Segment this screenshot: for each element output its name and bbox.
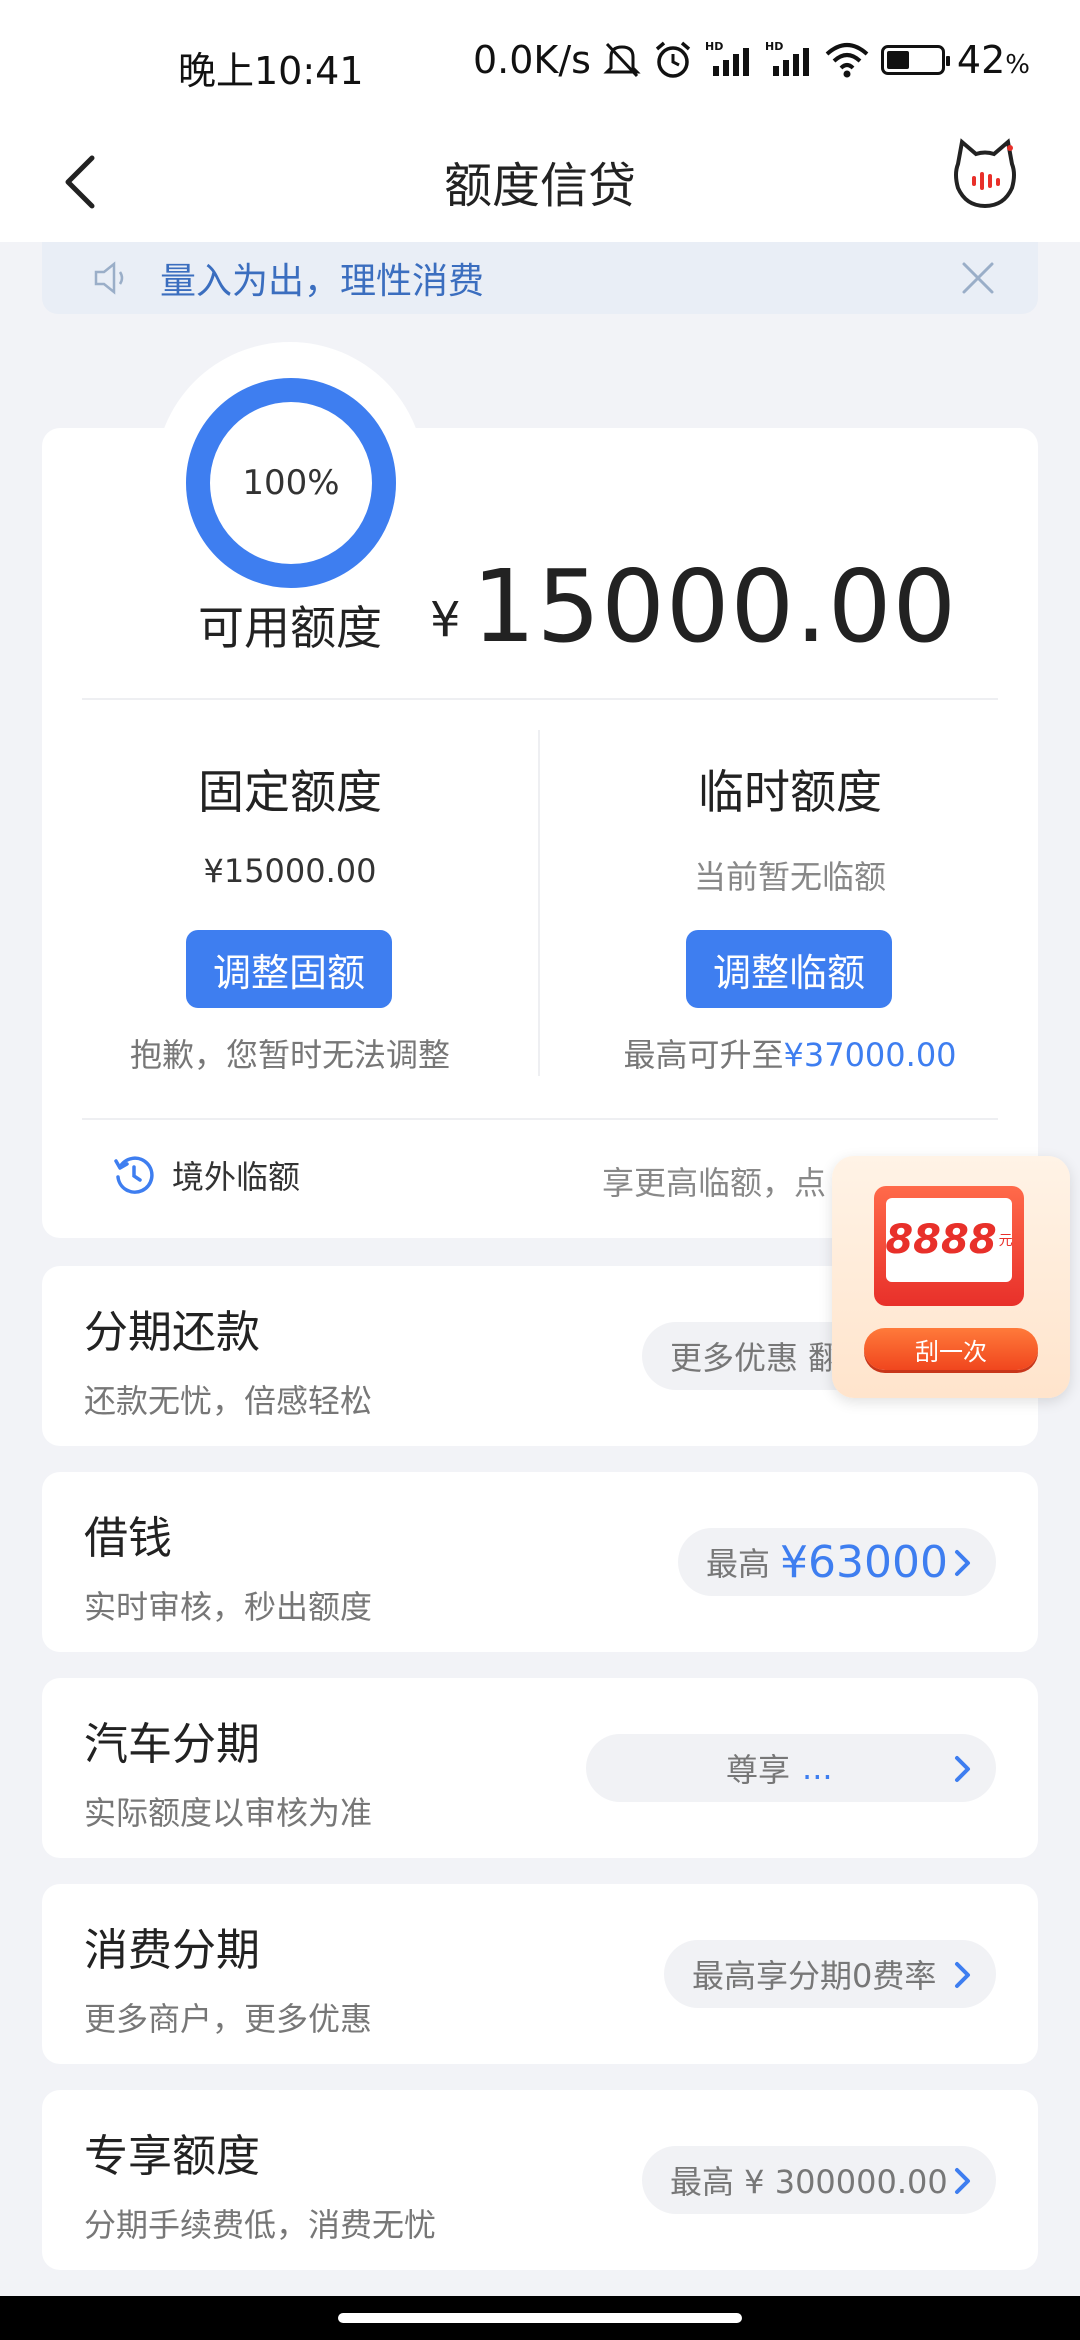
signal-hd-icon: HD: [705, 40, 753, 80]
cat-assistant-icon: [954, 138, 1016, 209]
divider: [538, 730, 540, 1076]
notice-banner: 量入为出，理性消费: [42, 242, 1038, 314]
currency-symbol: ¥: [430, 592, 461, 648]
overseas-credit-label: 境外临额: [172, 1158, 301, 1196]
fixed-credit-note: 抱歉，您暂时无法调整: [129, 1036, 450, 1074]
close-icon[interactable]: [956, 256, 1000, 300]
ad-amount: 8888: [885, 1217, 997, 1263]
chevron-left-icon: [65, 155, 95, 209]
list-item-consumer-installment[interactable]: 消费分期 更多商户，更多优惠 最高享分期0费率: [42, 1884, 1038, 2064]
list-item-title: 专享额度: [84, 2131, 260, 2182]
svg-text:HD: HD: [765, 40, 783, 53]
overseas-credit-tip: 享更高临额，点: [602, 1164, 827, 1202]
overseas-credit-link[interactable]: 境外临额: [112, 1152, 300, 1198]
available-credit-amount: 15000.00: [472, 548, 958, 665]
list-item-subtitle: 分期手续费低，消费无忧: [84, 2206, 437, 2244]
list-item-exclusive-credit[interactable]: 专享额度 分期手续费低，消费无忧 最高 ¥ 300000.00: [42, 2090, 1038, 2270]
wifi-icon: [825, 40, 869, 80]
list-item-title: 借钱: [84, 1513, 172, 1564]
list-item-title: 汽车分期: [84, 1719, 260, 1770]
list-item-borrow[interactable]: 借钱 实时审核，秒出额度 最高 ¥63000: [42, 1472, 1038, 1652]
battery-icon: [880, 40, 950, 80]
temporary-credit-value: 当前暂无临额: [693, 858, 886, 896]
fixed-credit-title: 固定额度: [198, 765, 382, 819]
alarm-icon: [653, 40, 693, 80]
mute-bell-icon: [603, 40, 641, 80]
list-item-subtitle: 实时审核，秒出额度: [84, 1588, 373, 1626]
adjust-temporary-button[interactable]: 调整临额: [686, 930, 892, 1008]
list-item-title: 分期还款: [84, 1307, 260, 1358]
list-item-title: 消费分期: [84, 1925, 260, 1976]
offer-pill[interactable]: 最高 ¥ 300000.00: [642, 2146, 996, 2214]
chevron-right-icon: [955, 1756, 970, 1782]
chevron-right-icon: [955, 1550, 970, 1576]
signal-hd-icon: HD: [765, 40, 813, 80]
divider: [82, 1118, 998, 1120]
status-icons: 0.0K/s HD HD 42%: [473, 38, 1030, 82]
available-credit-label: 可用额度: [198, 601, 382, 655]
temporary-credit-title: 临时额度: [698, 765, 882, 819]
battery-level-fill: [886, 51, 909, 69]
offer-pill[interactable]: 最高 ¥63000: [678, 1528, 996, 1596]
page-title: 额度信贷: [443, 158, 636, 214]
assistant-button[interactable]: [952, 134, 1018, 218]
adjust-fixed-button[interactable]: 调整固额: [186, 930, 392, 1008]
back-button[interactable]: [60, 142, 120, 222]
status-time: 晚上10:41: [178, 49, 364, 93]
list-item-car-installment[interactable]: 汽车分期 实际额度以审核为准 尊享...: [42, 1678, 1038, 1858]
list-item-subtitle: 实际额度以审核为准: [84, 1794, 373, 1832]
floating-scratch-card-ad[interactable]: 8888 元 刮一次: [832, 1156, 1070, 1398]
status-bar: 晚上10:41 0.0K/s HD HD 42%: [0, 0, 1080, 120]
chevron-right-icon: [955, 2168, 970, 2194]
offer-pill[interactable]: 尊享...: [586, 1734, 996, 1802]
ad-amount-unit: 元: [998, 1233, 1013, 1249]
notice-text: 量入为出，理性消费: [160, 261, 485, 302]
red-envelope-icon: 8888 元: [874, 1186, 1024, 1306]
network-speed: 0.0K/s: [472, 38, 591, 82]
chevron-right-icon: [955, 1962, 970, 1988]
temporary-credit-note: 最高可升至¥37000.00: [623, 1036, 957, 1074]
home-indicator[interactable]: [338, 2313, 742, 2323]
svg-text:HD: HD: [705, 40, 723, 53]
offer-pill[interactable]: 最高享分期0费率: [664, 1940, 996, 2008]
nav-bar: 额度信贷: [0, 120, 1080, 242]
battery-percent: 42%: [956, 38, 1030, 82]
ring-percent: 100%: [242, 463, 340, 503]
fixed-credit-value: ¥15000.00: [203, 852, 377, 890]
divider: [82, 698, 998, 700]
scratch-button[interactable]: 刮一次: [864, 1328, 1038, 1370]
speaker-icon: [94, 261, 124, 295]
list-item-subtitle: 更多商户，更多优惠: [84, 2000, 373, 2038]
list-item-subtitle: 还款无忧，倍感轻松: [84, 1382, 373, 1420]
clock-refresh-icon: [114, 1156, 154, 1194]
